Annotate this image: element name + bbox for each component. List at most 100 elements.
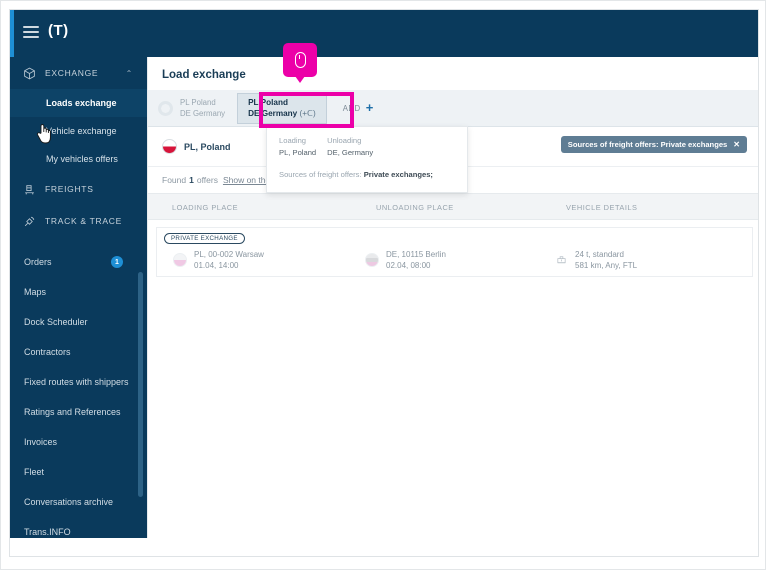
mouse-icon — [294, 52, 306, 68]
truck-icon — [555, 253, 568, 267]
sidebar-item-label: Orders — [24, 257, 52, 267]
tooltip-sources-value: Private exchanges; — [363, 170, 433, 179]
column-header-unloading-place: UNLOADING PLACE — [376, 203, 454, 212]
sidebar-section-track-and-trace[interactable]: TRACK & TRACE — [10, 205, 147, 237]
hamburger-menu-icon[interactable] — [23, 26, 39, 40]
column-header-vehicle-details: VEHICLE DETAILS — [566, 203, 638, 212]
loading-spinner-icon — [158, 100, 173, 116]
tooltip-sources-line: Sources of freight offers: Private excha… — [279, 170, 433, 179]
sidebar-section-freights[interactable]: FREIGHTS — [10, 173, 147, 205]
sidebar-item-fleet[interactable]: Fleet — [10, 457, 147, 487]
sidebar-subitem-label: Vehicle exchange — [46, 126, 117, 136]
sidebar-item-my-vehicles-offers[interactable]: My vehicles offers — [10, 145, 147, 173]
status-badge: 1 — [111, 256, 123, 268]
sidebar-item-conversations-archive[interactable]: Conversations archive — [10, 487, 147, 517]
main-content: Load exchange PL Poland DE Germany PL Po… — [147, 43, 758, 538]
tab-search-poland-germany-active[interactable]: PL Poland DE Germany (+ᑕ) — [237, 92, 327, 124]
sidebar-item-vehicle-exchange[interactable]: Vehicle exchange — [10, 117, 147, 145]
tooltip-unloading-column: Unloading DE, Germany — [327, 136, 373, 157]
tooltip-unloading-value: DE, Germany — [327, 148, 374, 157]
app-logo[interactable]: (T) — [48, 22, 69, 39]
table-header: LOADING PLACE UNLOADING PLACE VEHICLE DE… — [148, 193, 758, 220]
unloading-place-text: DE, 10115 Berlin — [386, 250, 446, 259]
sidebar-section-label: EXCHANGE — [45, 68, 99, 78]
top-header-bar: (T) — [10, 10, 758, 57]
cell-unloading-place: DE, 10115 Berlin 02.04, 08:00 — [365, 249, 446, 271]
loading-place-text: PL, 00-002 Warsaw — [194, 250, 264, 259]
page-title: Load exchange — [162, 69, 246, 81]
sidebar-item-invoices[interactable]: Invoices — [10, 427, 147, 457]
de-flag-icon — [365, 253, 379, 267]
close-icon[interactable]: ✕ — [733, 140, 740, 149]
sidebar-item-maps[interactable]: Maps — [10, 277, 147, 307]
private-exchange-badge: PRIVATE EXCHANGE — [164, 233, 245, 244]
sidebar-item-label: Contractors — [24, 347, 71, 357]
cube-icon — [22, 66, 37, 81]
sidebar-item-loads-exchange[interactable]: Loads exchange — [10, 89, 147, 117]
table-row[interactable]: PRIVATE EXCHANGE PL, 00-002 Warsaw 01.04… — [156, 227, 753, 277]
loading-date-text: 01.04, 14:00 — [194, 261, 239, 270]
pl-flag-icon — [173, 253, 187, 267]
tab-search-poland-germany-inactive[interactable]: PL Poland DE Germany — [148, 92, 235, 125]
sidebar-item-dock-scheduler[interactable]: Dock Scheduler — [10, 307, 147, 337]
tab-line1: PL Poland — [248, 98, 288, 107]
sidebar-item-label: Fleet — [24, 467, 45, 477]
sidebar-item-fixed-routes-with-shippers[interactable]: Fixed routes with shippers — [10, 367, 147, 397]
tab-line2: DE Germany — [180, 109, 226, 118]
vehicle-main-text: 24 t, standard — [575, 250, 624, 259]
route-label: PL, Poland — [162, 139, 231, 154]
tab-line2: DE Germany (+ᑕ) — [248, 109, 316, 118]
plus-icon: + — [365, 100, 374, 115]
found-prefix: Found — [162, 175, 187, 185]
left-sidebar: EXCHANGE ⌃ Loads exchange Vehicle exchan… — [10, 57, 147, 538]
sidebar-item-label: Fixed routes with shippers — [24, 377, 129, 387]
sidebar-section-label: TRACK & TRACE — [45, 216, 122, 226]
tab-tooltip-popup: Loading PL, Poland Unloading DE, Germany… — [266, 126, 468, 193]
sidebar-subitem-label: My vehicles offers — [46, 154, 118, 164]
pl-flag-icon — [162, 139, 177, 154]
annotation-callout — [283, 43, 317, 83]
tooltip-sources-label: Sources of freight offers: — [279, 170, 362, 179]
found-count: 1 — [189, 175, 194, 185]
vehicle-sub-text: 581 km, Any, FTL — [575, 261, 638, 270]
sidebar-section-label: FREIGHTS — [45, 184, 94, 194]
unloading-date-text: 02.04, 08:00 — [386, 261, 431, 270]
header-accent-stripe — [10, 10, 14, 57]
sidebar-item-label: Dock Scheduler — [24, 317, 88, 327]
sidebar-scrollbar[interactable] — [138, 272, 143, 497]
pallet-icon — [22, 182, 37, 197]
screenshot-root: (T) EXCHANGE ⌃ Loads exchange Vehicle ex… — [0, 0, 766, 570]
sidebar-item-contractors[interactable]: Contractors — [10, 337, 147, 367]
sidebar-item-label: Maps — [24, 287, 47, 297]
cell-loading-place: PL, 00-002 Warsaw 01.04, 14:00 — [173, 249, 264, 271]
column-header-loading-place: LOADING PLACE — [172, 203, 239, 212]
cell-vehicle-details: 24 t, standard 581 km, Any, FTL — [555, 249, 637, 271]
sidebar-item-label: Conversations archive — [24, 497, 114, 507]
filter-chip-sources[interactable]: Sources of freight offers: Private excha… — [560, 136, 747, 153]
tooltip-loading-column: Loading PL, Poland — [279, 136, 316, 157]
search-tabs-bar: PL Poland DE Germany PL Poland DE German… — [148, 90, 758, 127]
sidebar-item-orders[interactable]: Orders 1 — [10, 247, 147, 277]
satellite-icon — [22, 214, 37, 229]
found-suffix: offers — [196, 175, 218, 185]
sidebar-item-label: Ratings and References — [24, 407, 121, 417]
tooltip-route-grid: Loading PL, Poland Unloading DE, Germany — [279, 136, 373, 157]
chevron-up-icon[interactable]: ⌃ — [126, 69, 133, 78]
tooltip-unloading-header: Unloading — [327, 136, 362, 145]
sidebar-item-label: Trans.INFO — [24, 527, 71, 537]
tooltip-loading-header: Loading — [279, 136, 307, 145]
sidebar-item-ratings-and-references[interactable]: Ratings and References — [10, 397, 147, 427]
sidebar-subitem-label: Loads exchange — [46, 98, 117, 108]
tab-line1: PL Poland — [180, 98, 216, 107]
sidebar-item-label: Invoices — [24, 437, 58, 447]
sidebar-section-exchange[interactable]: EXCHANGE ⌃ — [10, 57, 147, 89]
sidebar-item-trans-info[interactable]: Trans.INFO — [10, 517, 147, 538]
application-window: (T) EXCHANGE ⌃ Loads exchange Vehicle ex… — [9, 9, 759, 557]
add-button-label: ADD — [342, 103, 361, 113]
add-search-button[interactable]: ADD + — [342, 100, 374, 115]
tooltip-loading-value: PL, Poland — [279, 148, 317, 157]
route-label-text: PL, Poland — [184, 141, 231, 152]
filter-chip-label: Sources of freight offers: Private excha… — [567, 140, 728, 149]
tab-extra-filters: (+ᑕ) — [297, 109, 316, 118]
